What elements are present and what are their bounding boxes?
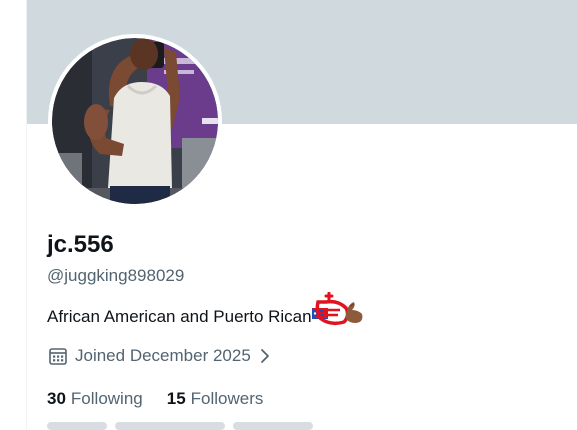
avatar-photo [52,38,218,204]
profile-bio: African American and Puerto Rican [47,292,366,329]
following-label: Following [70,389,143,408]
calendar-icon [49,348,67,365]
cutoff-text [233,422,313,430]
flag-emoji-icon [311,292,362,326]
profile-stats: 30 Following 15 Followers [47,388,263,410]
profile-avatar[interactable] [48,34,222,208]
profile-page: jc.556 @juggking898029 African American … [0,0,577,430]
profile-display-name: jc.556 [47,231,114,258]
cutoff-text [115,422,225,430]
cutoff-text [47,422,107,430]
following-count: 30 [47,389,66,408]
followers-label: Followers [190,389,264,408]
profile-joined-date[interactable]: Joined December 2025 [48,345,272,367]
followers-count: 15 [166,389,186,408]
chevron-right-icon[interactable] [258,348,272,364]
profile-handle: @juggking898029 [47,266,185,285]
followed-by-row-cutoff [47,422,447,430]
joined-text: Joined December 2025 [75,346,251,365]
followers-link[interactable]: 15 Followers [167,389,264,409]
bio-text: African American and Puerto Rican [47,307,312,326]
following-link[interactable]: 30 Following [47,389,143,409]
